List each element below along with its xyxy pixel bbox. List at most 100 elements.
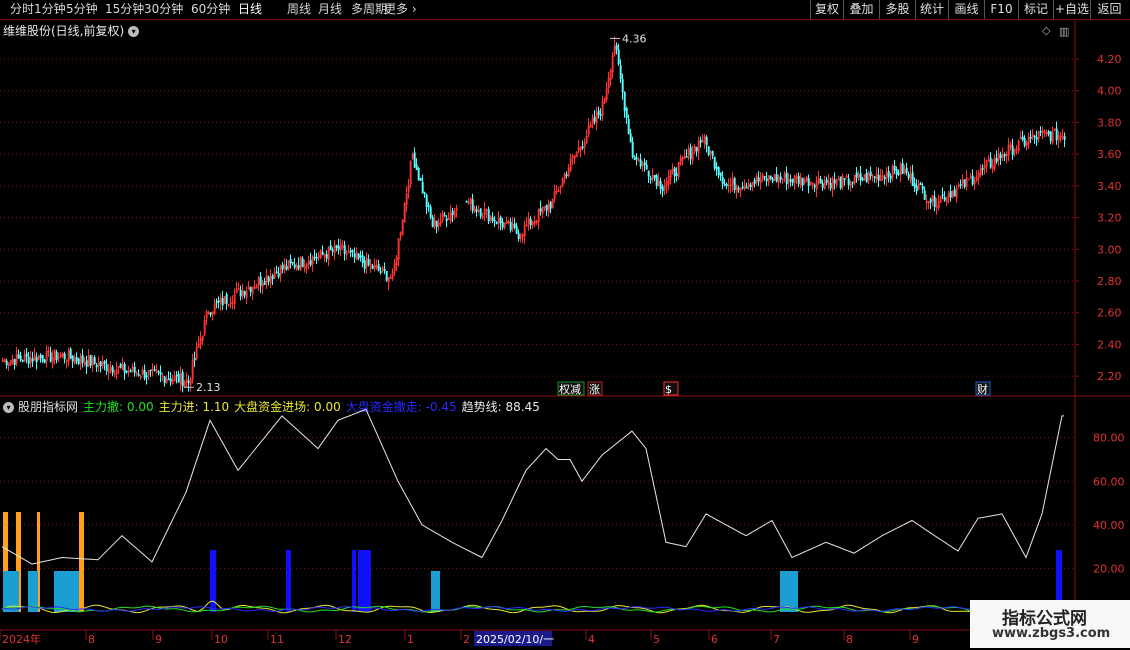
- candle-body: [149, 369, 152, 372]
- candle-body: [181, 371, 184, 387]
- event-marker-text: 权减: [559, 383, 581, 396]
- candle-body: [933, 196, 936, 208]
- date-label: 12: [338, 633, 352, 646]
- candle-body: [451, 210, 454, 215]
- candle-body: [765, 178, 768, 182]
- candle-body: [769, 175, 772, 180]
- candle-body: [217, 300, 220, 303]
- candle-body: [627, 118, 630, 135]
- candle-body: [1035, 137, 1038, 140]
- candle-body: [119, 363, 122, 368]
- candle-body: [689, 147, 692, 159]
- candle-body: [301, 258, 304, 268]
- candle-body: [129, 370, 132, 373]
- candle-body: [111, 366, 114, 373]
- candle-body: [1047, 131, 1050, 135]
- candle-body: [949, 191, 952, 198]
- candle-body: [123, 363, 126, 373]
- candle-body: [953, 189, 956, 197]
- candle-body: [801, 177, 804, 186]
- candle-body: [209, 312, 212, 315]
- candle-body: [725, 183, 728, 187]
- candle-body: [873, 176, 876, 179]
- candle-body: [911, 172, 914, 187]
- candle-body: [443, 215, 446, 217]
- candle-body: [413, 152, 416, 168]
- candle-body: [445, 218, 448, 222]
- candle-body: [757, 177, 760, 182]
- price-tick-label: 2.20: [1097, 370, 1122, 383]
- price-tick-label: 2.40: [1097, 338, 1122, 351]
- indicator-bar: [352, 550, 356, 612]
- candle-body: [363, 260, 366, 269]
- date-label: 4: [588, 633, 595, 646]
- candle-body: [905, 167, 908, 173]
- candle-body: [167, 378, 170, 381]
- candle-body: [421, 181, 424, 194]
- candle-body: [897, 172, 900, 175]
- candle-body: [157, 371, 160, 374]
- candle-body: [25, 353, 28, 357]
- chart-area[interactable]: 4.20 4.00 3.80 3.60 3.40 3.20 3.00 2.80 2.60 2.40…: [0, 0, 1130, 650]
- date-label: 6: [711, 633, 718, 646]
- candle-body: [749, 184, 752, 188]
- candle-body: [883, 177, 886, 180]
- indicator-tick-label: 80.00: [1093, 432, 1125, 445]
- candle-body: [789, 179, 792, 182]
- candle-body: [631, 141, 634, 157]
- candle-body: [491, 217, 494, 221]
- candle-body: [829, 183, 832, 189]
- diamond-icon[interactable]: ◇: [1042, 24, 1051, 37]
- indicator-bar: [358, 550, 371, 612]
- candle-body: [371, 265, 374, 269]
- candle-body: [93, 357, 96, 364]
- candle-body: [499, 216, 502, 223]
- candle-body: [895, 169, 898, 175]
- candle-body: [645, 164, 648, 170]
- candle-body: [921, 185, 924, 190]
- candle-body: [417, 167, 420, 180]
- candle-body: [249, 287, 252, 292]
- site-logo: 指标公式网 www.zbgs3.com: [970, 600, 1130, 648]
- event-marker-text: 财: [977, 382, 988, 396]
- candle-body: [711, 150, 714, 156]
- candle-body: [1003, 153, 1006, 157]
- candle-body: [19, 355, 22, 361]
- candle-body: [695, 146, 698, 152]
- window-icon[interactable]: ▥: [1059, 25, 1069, 38]
- candle-body: [625, 108, 628, 118]
- indicator-tick-label: 40.00: [1093, 519, 1125, 532]
- candle-body: [289, 258, 292, 264]
- candle-body: [435, 220, 438, 228]
- price-tick-label: 3.20: [1097, 212, 1122, 225]
- candle-body: [1033, 135, 1036, 138]
- candle-body: [779, 176, 782, 180]
- candle-body: [847, 178, 850, 186]
- candle-body: [713, 156, 716, 169]
- candle-body: [43, 359, 46, 363]
- candle-body: [643, 161, 646, 166]
- candle-body: [675, 173, 678, 176]
- price-tick-label: 3.60: [1097, 148, 1122, 161]
- trend-line: [1, 408, 1064, 565]
- candle-body: [325, 253, 328, 259]
- candle-body: [337, 246, 340, 251]
- candle-body: [349, 250, 352, 253]
- candle-body: [153, 369, 156, 371]
- candle-body: [275, 271, 278, 274]
- candle-body: [981, 168, 984, 170]
- candle-body: [597, 110, 600, 115]
- candle-body: [431, 216, 434, 228]
- candle-body: [125, 370, 128, 373]
- candle-body: [69, 348, 72, 359]
- candle-body: [335, 245, 338, 249]
- candle-body: [133, 366, 136, 373]
- candle-body: [509, 221, 512, 231]
- candle-body: [271, 275, 274, 280]
- candle-body: [169, 378, 172, 382]
- candle-body: [177, 373, 180, 383]
- candle-body: [75, 357, 78, 362]
- candle-body: [851, 181, 854, 184]
- candle-body: [877, 174, 880, 181]
- candle-body: [513, 223, 516, 228]
